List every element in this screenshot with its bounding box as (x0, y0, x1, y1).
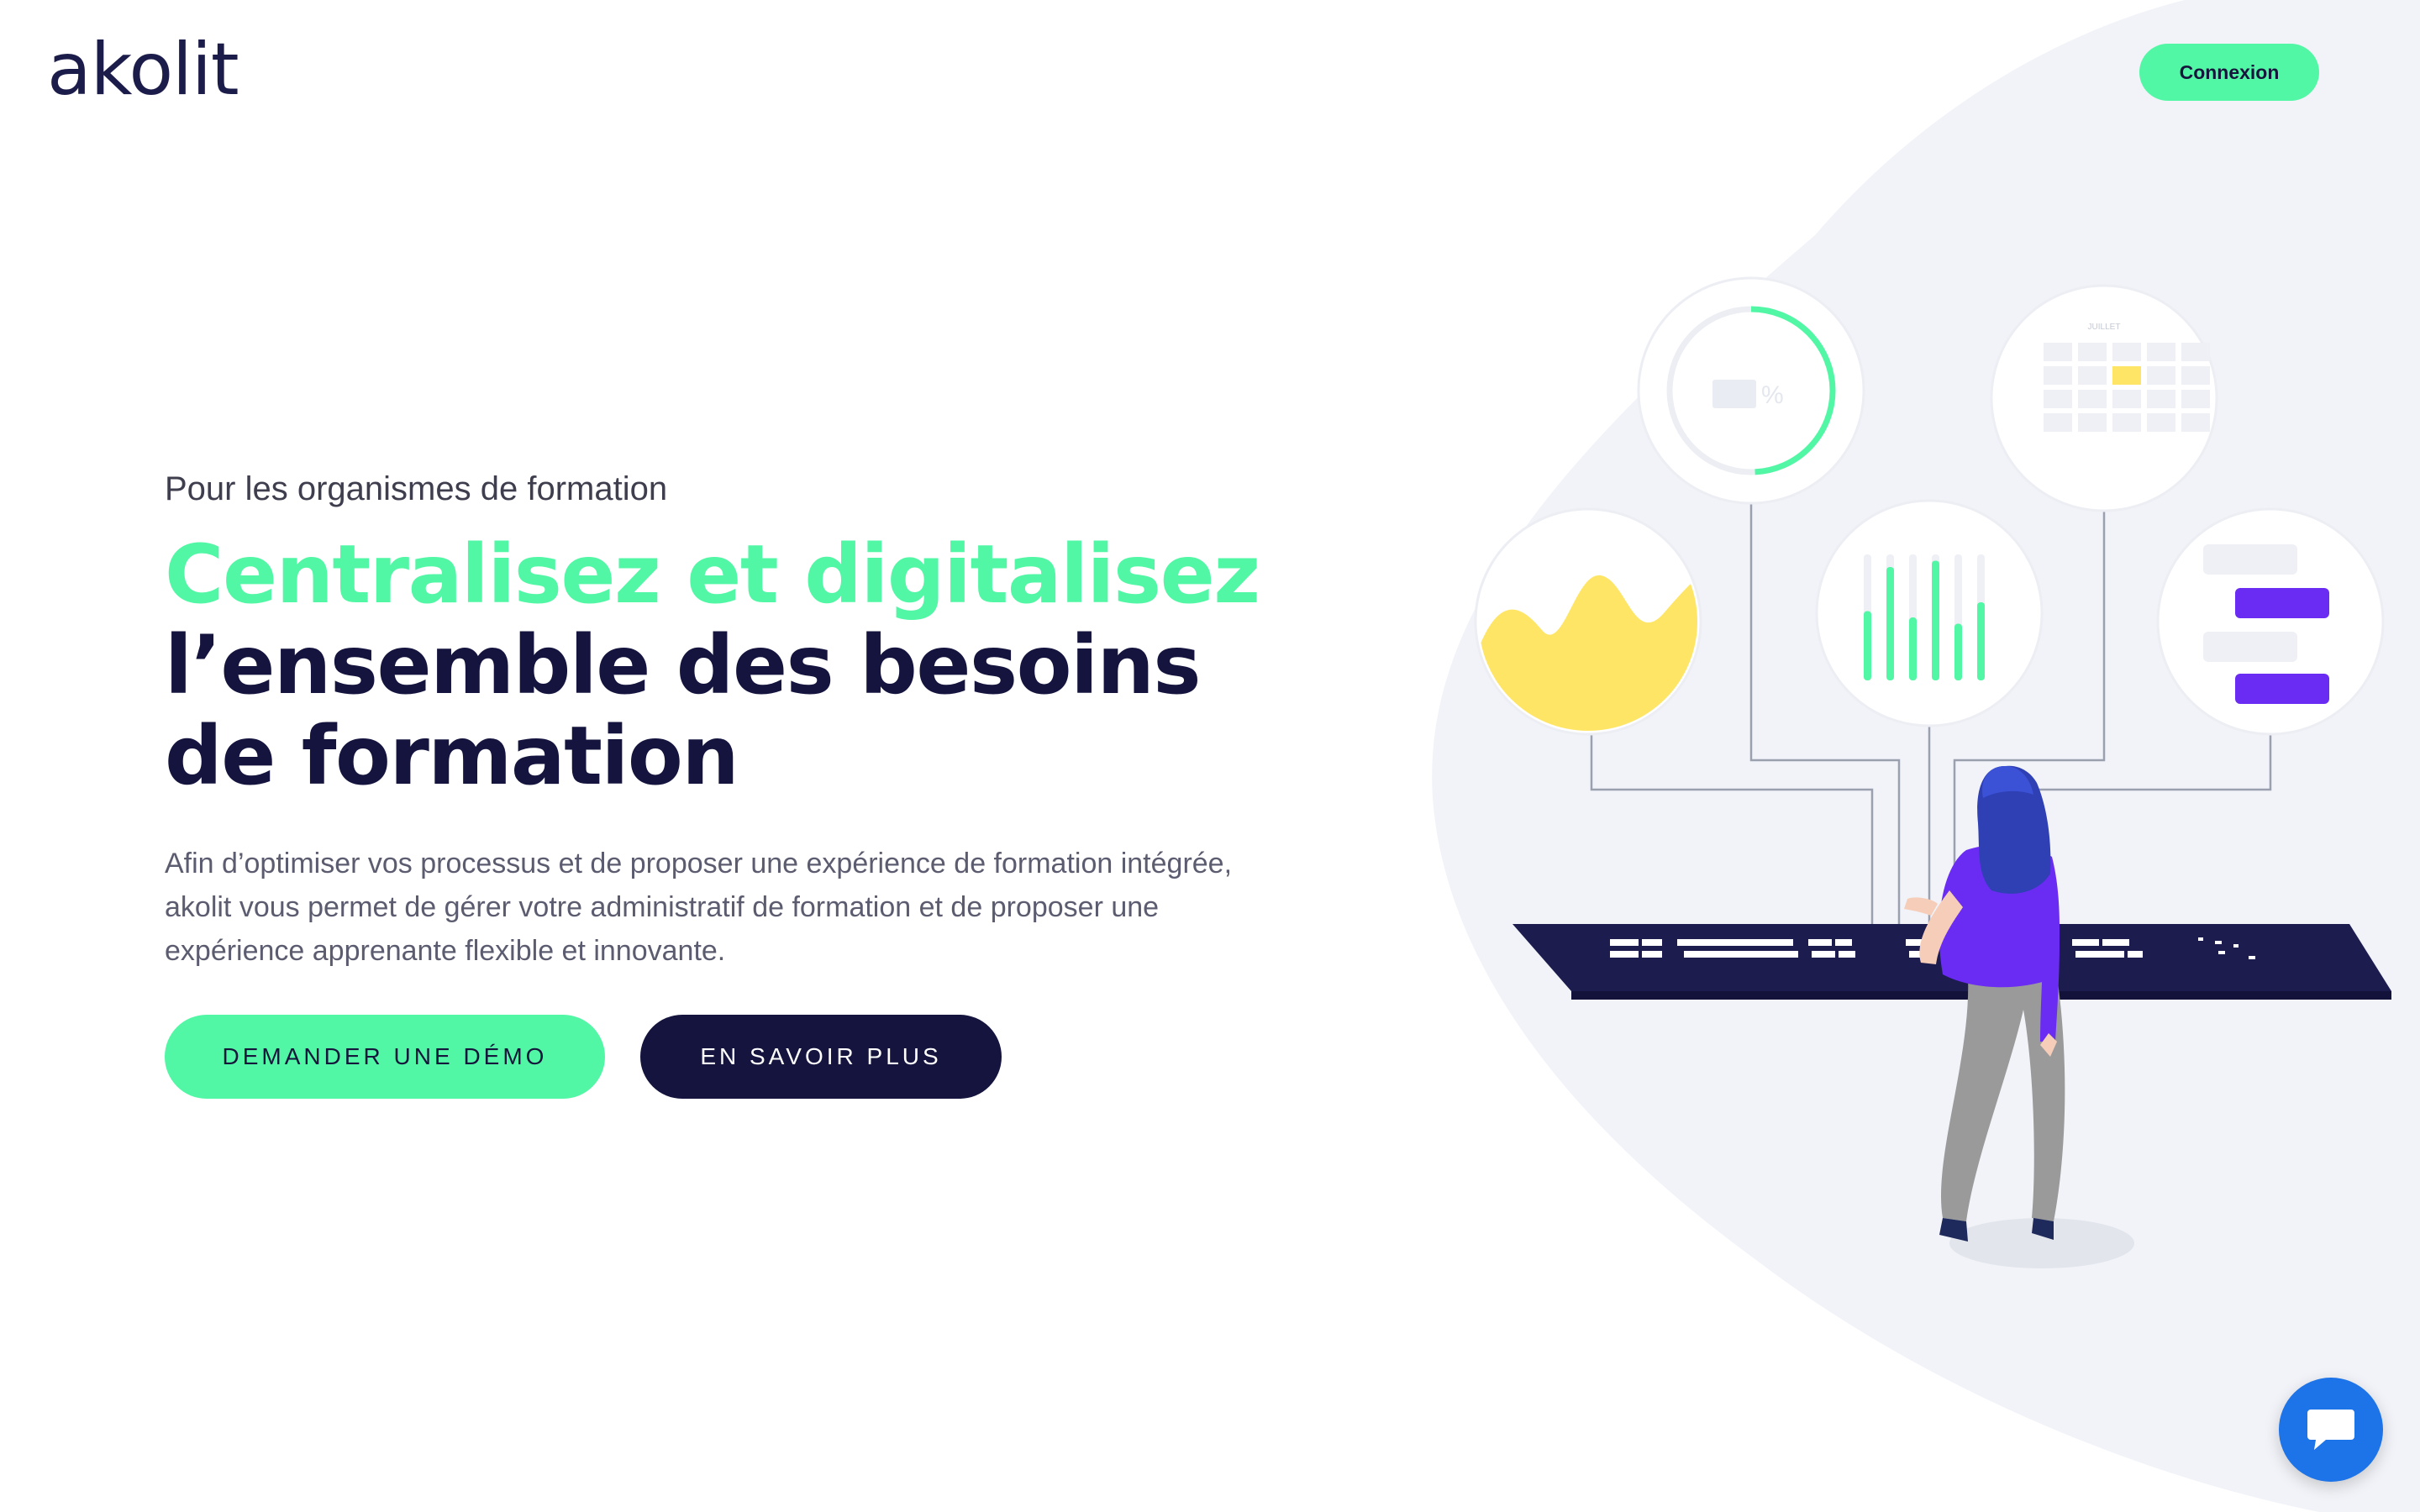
hero-description: Afin d’optimiser vos processus et de pro… (165, 848, 1233, 967)
hero-section: Pour les organismes de formation Central… (165, 467, 1358, 973)
calendar-cell (2147, 343, 2175, 361)
calendar-cell (2112, 390, 2141, 408)
calendar-cell (2181, 390, 2210, 408)
headline-line-3: de formation (165, 709, 739, 803)
calendar-cell (2078, 366, 2107, 385)
chat-bubble-icon (2307, 1410, 2354, 1450)
calendar-cell (2044, 413, 2072, 432)
woman-figure (1904, 765, 2134, 1268)
bar-fill (1886, 567, 1894, 680)
calendar-cell (2044, 390, 2072, 408)
calendar-widget: JUILLET (1990, 284, 2218, 512)
calendar-cell (2112, 343, 2141, 361)
calendar-cell (2181, 413, 2210, 432)
calendar-cell (2147, 413, 2175, 432)
akolit-logo[interactable]: akolit (47, 34, 239, 106)
calendar-month-label: JUILLET (2088, 323, 2121, 332)
login-button[interactable]: Connexion (2139, 44, 2319, 101)
calendar-cell (2147, 390, 2175, 408)
area-chart-widget (1474, 507, 1702, 736)
calendar-cell (2078, 390, 2107, 408)
calendar-cell (2181, 343, 2210, 361)
calendar-cell (2147, 366, 2175, 385)
calendar-cell (2112, 366, 2141, 385)
bar-fill (1977, 602, 1985, 680)
bar-fill (1932, 560, 1939, 680)
calendar-cell (2078, 413, 2107, 432)
percent-symbol: % (1761, 381, 1784, 409)
calendar-cell (2078, 343, 2107, 361)
hero-headline: Centralisez et digitalisez l’ensemble de… (165, 529, 1358, 801)
hero-eyebrow: Pour les organismes de formation (165, 470, 668, 507)
hero-illustration: % JUILLET (1474, 276, 2391, 1268)
calendar-cell (2044, 366, 2072, 385)
headline-accent: Centralisez et digitalisez (165, 528, 1260, 622)
landing-page: akolit Connexion Pour les organismes de … (0, 0, 2420, 1512)
chat-widget-button[interactable] (2279, 1378, 2383, 1482)
progress-widget: % (1637, 276, 1865, 505)
calendar-cell (2112, 413, 2141, 432)
hero-cta-group: DEMANDER UNE DÉMO EN SAVOIR PLUS (165, 1015, 1002, 1099)
learn-more-button[interactable]: EN SAVOIR PLUS (640, 1015, 1002, 1099)
bar-chart-widget (1815, 499, 2044, 727)
calendar-cell (2044, 343, 2072, 361)
messages-widget (2156, 507, 2385, 736)
calendar-cell (2181, 366, 2210, 385)
headline-line-2: l’ensemble des besoins (165, 618, 1201, 712)
bar-fill (1954, 623, 1962, 680)
bar-fill (1864, 611, 1871, 680)
bar-fill (1909, 617, 1917, 680)
request-demo-button[interactable]: DEMANDER UNE DÉMO (165, 1015, 605, 1099)
